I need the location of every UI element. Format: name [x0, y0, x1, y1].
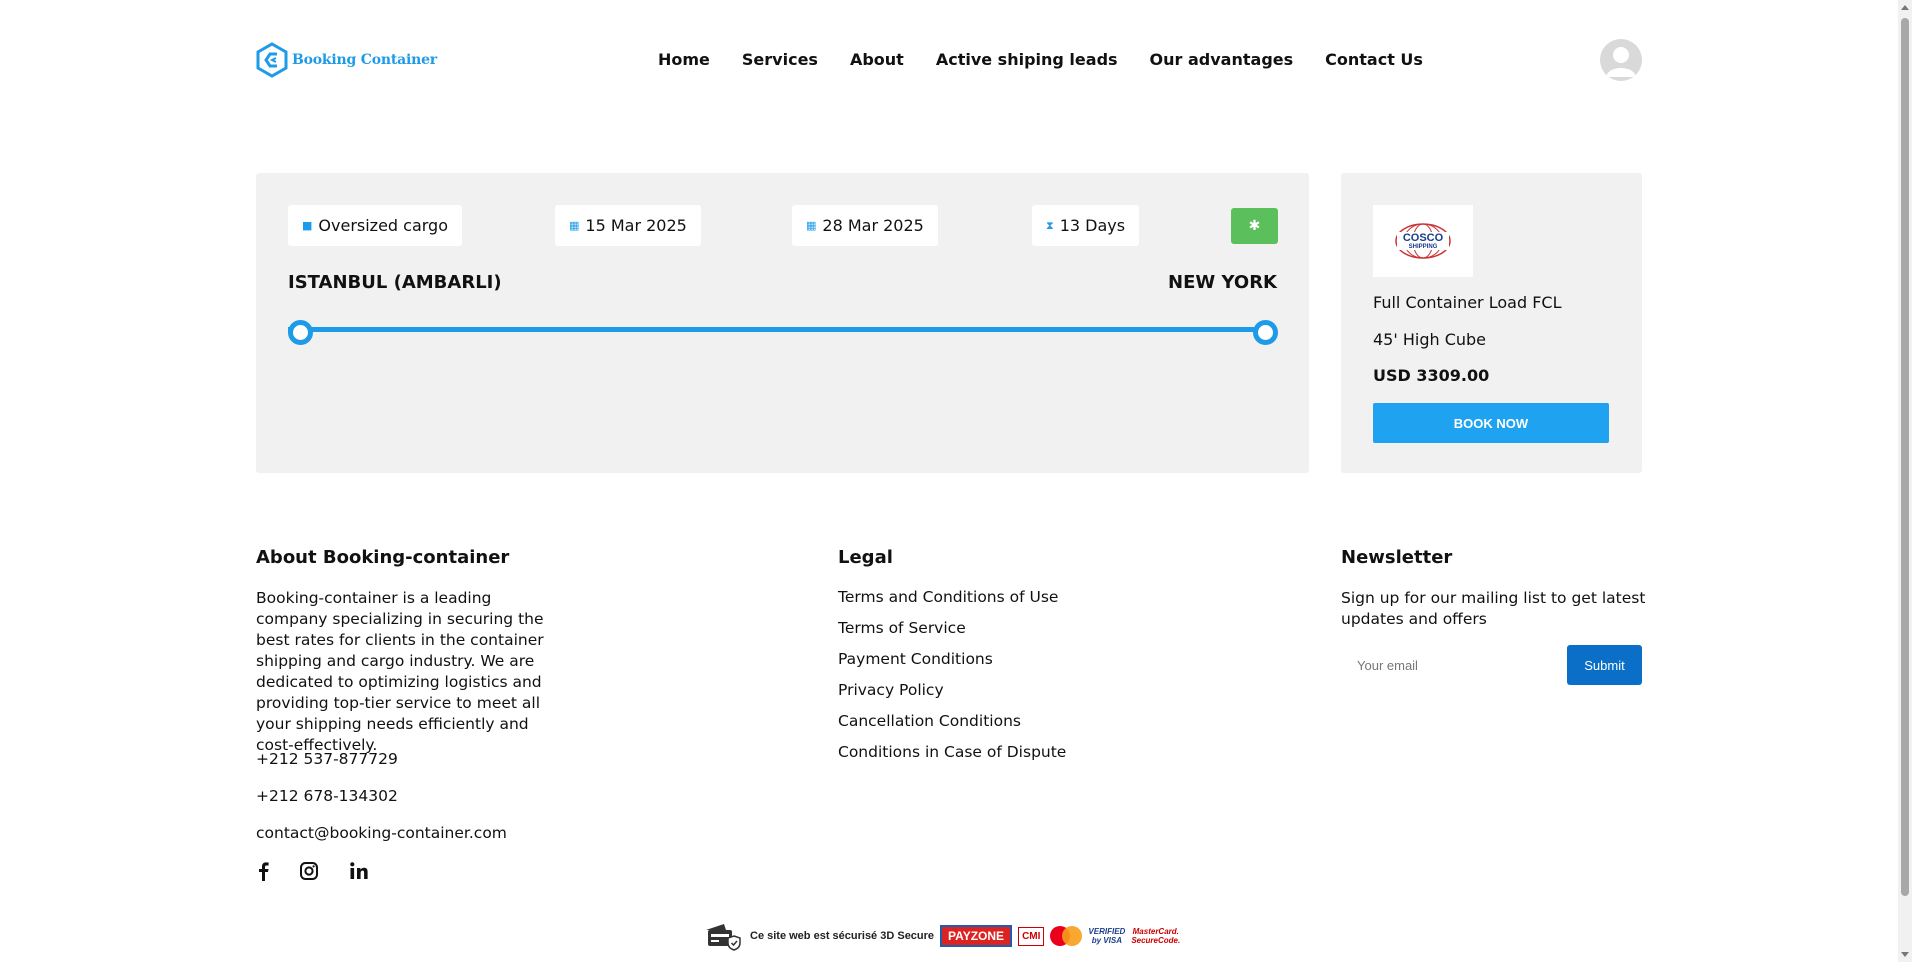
site-header: Booking Container Home Services About Ac… [256, 36, 1642, 84]
offer-card: COSCO SHIPPING Full Container Load FCL 4… [1341, 173, 1642, 473]
duration-chip: ⧗ 13 Days [1032, 205, 1140, 246]
flag-button[interactable]: ✱ [1231, 208, 1278, 244]
linkedin-icon[interactable] [348, 860, 370, 882]
calendar-icon: ▦ [569, 219, 580, 232]
maple-leaf-icon: ✱ [1248, 218, 1261, 234]
logo-text: Booking Container [292, 52, 437, 68]
link-terms-conditions-of-use[interactable]: Terms and Conditions of Use [838, 588, 1058, 606]
nav-services[interactable]: Services [742, 50, 818, 69]
newsletter-submit-button[interactable]: Submit [1567, 645, 1642, 685]
scroll-down-arrow-icon[interactable] [1901, 952, 1909, 957]
offer-price: USD 3309.00 [1373, 366, 1490, 385]
destination-port: NEW YORK [1168, 272, 1277, 293]
hourglass-icon: ⧗ [1046, 218, 1054, 232]
phone-2[interactable]: +212 678-134302 [256, 787, 398, 805]
payzone-logo: PAYZONE [940, 925, 1013, 947]
scrollbar-thumb[interactable] [1901, 18, 1909, 896]
cmi-logo: CMI [1018, 926, 1045, 946]
about-text: Booking-container is a leading company s… [256, 589, 544, 754]
link-terms-of-service[interactable]: Terms of Service [838, 619, 966, 637]
visa-line-2: by VISA [1091, 936, 1122, 945]
visa-line-1: VERIFIED [1088, 927, 1126, 936]
scroll-up-arrow-icon[interactable] [1901, 5, 1909, 10]
securecode-line-2: SecureCode. [1131, 936, 1181, 945]
link-privacy-policy[interactable]: Privacy Policy [838, 681, 944, 699]
cosco-logo-icon: COSCO SHIPPING [1395, 223, 1451, 259]
facebook-icon[interactable] [252, 860, 274, 882]
duration: 13 Days [1059, 216, 1126, 235]
load-type: Full Container Load FCL [1373, 293, 1562, 312]
calendar-icon: ▦ [806, 219, 817, 232]
user-icon [1606, 47, 1636, 77]
contact-email[interactable]: contact@booking-container.com [256, 824, 507, 842]
origin-marker [288, 320, 313, 345]
cargo-type-chip: ■ Oversized cargo [288, 205, 462, 246]
route-card: ■ Oversized cargo ▦ 15 Mar 2025 ▦ 28 Mar… [256, 173, 1309, 473]
secure-card-icon [706, 924, 741, 951]
about-title: About Booking-container [256, 547, 510, 568]
nav-our-advantages[interactable]: Our advantages [1150, 50, 1294, 69]
nav-about[interactable]: About [850, 50, 904, 69]
destination-marker [1253, 320, 1278, 345]
verified-by-visa-logo: VERIFIED by VISA [1088, 927, 1125, 945]
carrier-logo: COSCO SHIPPING [1373, 205, 1473, 277]
nav-contact-us[interactable]: Contact Us [1325, 50, 1423, 69]
logo[interactable]: Booking Container [256, 42, 437, 78]
nav-home[interactable]: Home [658, 50, 710, 69]
book-now-button[interactable]: BOOK NOW [1373, 403, 1609, 443]
shipping-text: SHIPPING [1409, 244, 1438, 250]
newsletter-text: Sign up for our mailing list to get late… [1341, 589, 1646, 628]
secure-text: Ce site web est sécurisé 3D Secure [750, 930, 935, 942]
secure-payment-strip: Ce site web est sécurisé 3D Secure PAYZO… [704, 920, 1180, 952]
departure-date-chip: ▦ 15 Mar 2025 [555, 205, 701, 246]
origin-port: ISTANBUL (AMBARLI) [288, 272, 502, 293]
cargo-type: Oversized cargo [318, 216, 448, 235]
main-nav: Home Services About Active shiping leads… [658, 50, 1423, 69]
mastercard-securecode-logo: MasterCard. SecureCode. [1131, 927, 1180, 945]
cosco-text: COSCO [1403, 232, 1444, 244]
mastercard-logo [1050, 926, 1083, 946]
link-payment-conditions[interactable]: Payment Conditions [838, 650, 993, 668]
cargo-icon: ■ [302, 219, 313, 232]
route-line [288, 327, 1254, 332]
container-type: 45' High Cube [1373, 330, 1487, 349]
arrival-date-chip: ▦ 28 Mar 2025 [792, 205, 938, 246]
newsletter-email-input[interactable] [1341, 645, 1567, 685]
arrival-date: 28 Mar 2025 [822, 216, 924, 235]
link-cancellation-conditions[interactable]: Cancellation Conditions [838, 712, 1021, 730]
departure-date: 15 Mar 2025 [585, 216, 687, 235]
link-dispute-conditions[interactable]: Conditions in Case of Dispute [838, 743, 1066, 761]
phone-1[interactable]: +212 537-877729 [256, 750, 398, 768]
legal-title: Legal [838, 547, 893, 568]
user-avatar[interactable] [1600, 39, 1642, 81]
logo-icon [256, 42, 288, 78]
instagram-icon[interactable] [298, 860, 320, 882]
securecode-line-1: MasterCard. [1132, 927, 1179, 936]
vertical-scrollbar[interactable] [1898, 0, 1912, 962]
newsletter-title: Newsletter [1341, 547, 1453, 568]
nav-active-shipping-leads[interactable]: Active shiping leads [936, 50, 1118, 69]
